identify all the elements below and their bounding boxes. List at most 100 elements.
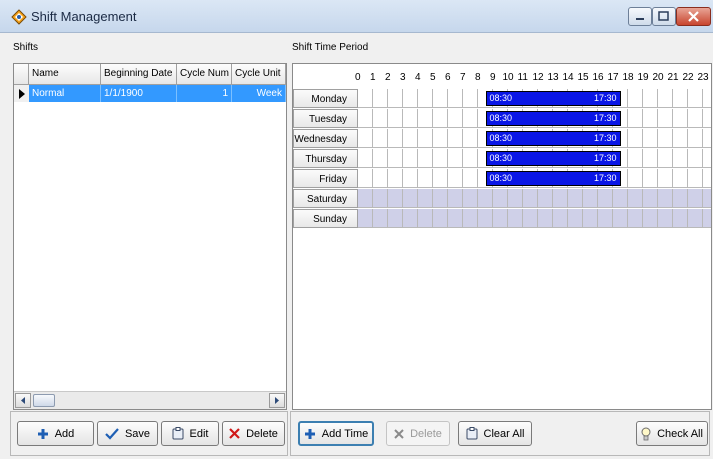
hour-cell[interactable] [613,209,628,228]
hour-cell[interactable] [688,129,703,148]
hour-cell[interactable] [373,209,388,228]
hour-cell[interactable] [403,109,418,128]
hour-cell[interactable] [373,129,388,148]
hour-cell[interactable] [358,109,373,128]
hour-cell[interactable] [388,129,403,148]
hour-cell[interactable] [538,209,553,228]
hour-cell[interactable] [703,129,711,148]
hour-cell[interactable] [538,189,553,208]
shift-time-bar[interactable]: 08:30 17:30 [485,131,621,146]
minimize-button[interactable] [628,7,652,26]
hour-cell[interactable] [433,149,448,168]
column-header-cycle-num[interactable]: Cycle Num [177,64,232,84]
shift-time-bar[interactable]: 08:30 17:30 [485,91,621,106]
hour-cell[interactable] [418,209,433,228]
hour-cell[interactable] [568,209,583,228]
add-time-button[interactable]: Add Time [298,421,374,446]
hour-cell[interactable] [373,149,388,168]
hour-cell[interactable] [418,109,433,128]
hour-cell[interactable] [418,89,433,108]
hour-cell[interactable] [433,189,448,208]
hour-cell[interactable] [403,149,418,168]
hour-cell[interactable] [643,149,658,168]
cell-name[interactable]: Normal [29,85,101,102]
check-all-button[interactable]: Check All [636,421,708,446]
hour-cell[interactable] [628,129,643,148]
hour-cell[interactable] [448,149,463,168]
hour-cell[interactable] [403,169,418,188]
column-header-name[interactable]: Name [29,64,101,84]
hour-cell[interactable] [388,189,403,208]
add-button[interactable]: Add [17,421,94,446]
hour-cell[interactable] [463,129,478,148]
hour-cell[interactable] [358,149,373,168]
hour-cell[interactable] [448,209,463,228]
hour-cell[interactable] [688,89,703,108]
hour-cell[interactable] [463,169,478,188]
hour-cell[interactable] [628,189,643,208]
day-row-monday[interactable]: Monday 08:30 17:30 [293,89,711,109]
hour-cell[interactable] [688,189,703,208]
maximize-button[interactable] [652,7,676,26]
hour-cell[interactable] [493,189,508,208]
title-bar[interactable]: Shift Management [0,0,713,33]
hour-cell[interactable] [658,189,673,208]
hour-cell[interactable] [358,89,373,108]
hour-cell[interactable] [628,89,643,108]
day-row-wednesday[interactable]: Wednesday 08:30 17:30 [293,129,711,149]
hour-cell[interactable] [478,189,493,208]
hour-cell[interactable] [613,189,628,208]
hour-cell[interactable] [568,189,583,208]
hour-cell[interactable] [448,169,463,188]
hour-cell[interactable] [448,109,463,128]
hour-cell[interactable] [643,169,658,188]
table-row[interactable]: Normal 1/1/1900 1 Week [14,85,286,102]
scroll-right-button[interactable] [269,393,285,408]
hour-cell[interactable] [628,109,643,128]
hour-cell[interactable] [628,169,643,188]
hour-cell[interactable] [388,209,403,228]
shift-time-bar[interactable]: 08:30 17:30 [485,151,621,166]
column-header-beginning-date[interactable]: Beginning Date [101,64,177,84]
hour-cell[interactable] [658,129,673,148]
hour-cell[interactable] [598,189,613,208]
delete-time-button[interactable]: Delete [386,421,450,446]
scroll-left-button[interactable] [15,393,31,408]
hour-cell[interactable] [658,109,673,128]
hour-cell[interactable] [448,89,463,108]
hour-cell[interactable] [463,89,478,108]
hour-cell[interactable] [643,189,658,208]
close-button[interactable] [676,7,711,26]
hour-cell[interactable] [703,209,711,228]
scrollbar-thumb[interactable] [33,394,55,407]
hour-cell[interactable] [523,209,538,228]
hour-cell[interactable] [508,189,523,208]
hour-cell[interactable] [673,149,688,168]
hour-cell[interactable] [688,149,703,168]
hour-cell[interactable] [358,189,373,208]
hour-cell[interactable] [463,149,478,168]
day-row-tuesday[interactable]: Tuesday 08:30 17:30 [293,109,711,129]
hour-cell[interactable] [658,169,673,188]
hour-cell[interactable] [373,169,388,188]
hour-cell[interactable] [463,209,478,228]
hour-cell[interactable] [673,169,688,188]
hour-cell[interactable] [673,129,688,148]
shift-time-bar[interactable]: 08:30 17:30 [485,171,621,186]
hour-cell[interactable] [658,209,673,228]
hour-cell[interactable] [433,169,448,188]
hour-cell[interactable] [388,109,403,128]
hour-cell[interactable] [373,109,388,128]
cell-beginning-date[interactable]: 1/1/1900 [101,85,177,102]
hour-cell[interactable] [703,109,711,128]
hour-cell[interactable] [703,89,711,108]
hour-cell[interactable] [688,109,703,128]
hour-cell[interactable] [403,209,418,228]
hour-cell[interactable] [403,189,418,208]
hour-cell[interactable] [373,89,388,108]
hour-cell[interactable] [523,189,538,208]
day-row-sunday[interactable]: Sunday [293,209,711,229]
day-row-thursday[interactable]: Thursday 08:30 17:30 [293,149,711,169]
hour-cell[interactable] [418,149,433,168]
shifts-grid[interactable]: Name Beginning Date Cycle Num Cycle Unit… [13,63,287,410]
